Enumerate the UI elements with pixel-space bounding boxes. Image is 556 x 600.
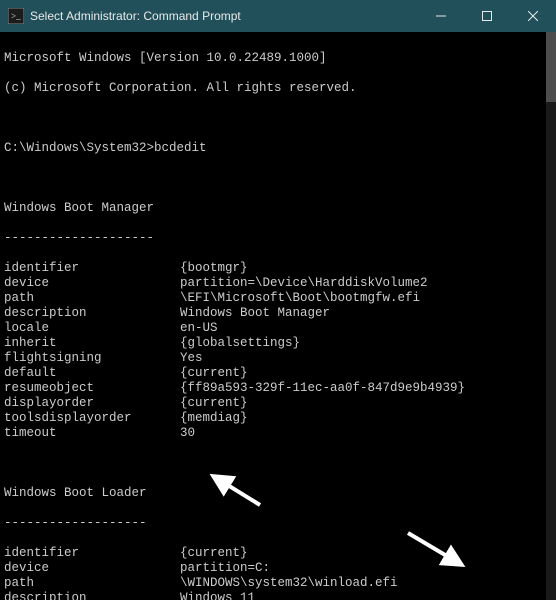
output-row: timeout30 <box>4 426 542 441</box>
output-key: displayorder <box>4 396 180 411</box>
output-value: {ff89a593-329f-11ec-aa0f-847d9e9b4939} <box>180 381 465 396</box>
output-row: identifier{bootmgr} <box>4 261 542 276</box>
window-controls <box>418 0 556 32</box>
section2-rule: ------------------- <box>4 516 542 531</box>
output-value: partition=C: <box>180 561 270 576</box>
output-key: timeout <box>4 426 180 441</box>
svg-text:>_: >_ <box>11 11 21 21</box>
output-value: {current} <box>180 366 248 381</box>
output-value: partition=\Device\HarddiskVolume2 <box>180 276 428 291</box>
output-key: device <box>4 561 180 576</box>
maximize-button[interactable] <box>464 0 510 32</box>
output-value: Yes <box>180 351 203 366</box>
output-value: Windows Boot Manager <box>180 306 330 321</box>
output-value: \WINDOWS\system32\winload.efi <box>180 576 398 591</box>
output-value: {current} <box>180 396 248 411</box>
output-row: localeen-US <box>4 321 542 336</box>
output-value: 30 <box>180 426 195 441</box>
output-key: path <box>4 576 180 591</box>
output-row: displayorder{current} <box>4 396 542 411</box>
output-value: \EFI\Microsoft\Boot\bootmgfw.efi <box>180 291 420 306</box>
output-value: {memdiag} <box>180 411 248 426</box>
section1-rule: -------------------- <box>4 231 542 246</box>
output-row: identifier{current} <box>4 546 542 561</box>
output-key: flightsigning <box>4 351 180 366</box>
output-key: inherit <box>4 336 180 351</box>
output-value: en-US <box>180 321 218 336</box>
output-value: Windows 11 <box>180 591 255 600</box>
output-row: descriptionWindows 11 <box>4 591 542 600</box>
output-value: {current} <box>180 546 248 561</box>
titlebar[interactable]: >_ Select Administrator: Command Prompt <box>0 0 556 32</box>
command-prompt-window: >_ Select Administrator: Command Prompt … <box>0 0 556 600</box>
output-row: toolsdisplayorder{memdiag} <box>4 411 542 426</box>
output-key: resumeobject <box>4 381 180 396</box>
output-key: toolsdisplayorder <box>4 411 180 426</box>
output-row: inherit{globalsettings} <box>4 336 542 351</box>
output-key: identifier <box>4 261 180 276</box>
output-key: description <box>4 306 180 321</box>
close-button[interactable] <box>510 0 556 32</box>
section2-title: Windows Boot Loader <box>4 486 542 501</box>
output-row: path\EFI\Microsoft\Boot\bootmgfw.efi <box>4 291 542 306</box>
section1-title: Windows Boot Manager <box>4 201 542 216</box>
output-key: identifier <box>4 546 180 561</box>
output-row: default{current} <box>4 366 542 381</box>
output-key: path <box>4 291 180 306</box>
output-key: default <box>4 366 180 381</box>
output-row: devicepartition=\Device\HarddiskVolume2 <box>4 276 542 291</box>
minimize-button[interactable] <box>418 0 464 32</box>
header-line-1: Microsoft Windows [Version 10.0.22489.10… <box>4 51 542 66</box>
output-key: description <box>4 591 180 600</box>
output-row: devicepartition=C: <box>4 561 542 576</box>
console-area[interactable]: Microsoft Windows [Version 10.0.22489.10… <box>0 32 556 600</box>
output-row: path\WINDOWS\system32\winload.efi <box>4 576 542 591</box>
vertical-scrollbar[interactable] <box>546 32 556 600</box>
output-value: {globalsettings} <box>180 336 300 351</box>
scrollbar-thumb[interactable] <box>546 32 556 102</box>
cmd-icon: >_ <box>8 8 24 24</box>
output-row: descriptionWindows Boot Manager <box>4 306 542 321</box>
output-value: {bootmgr} <box>180 261 248 276</box>
output-row: resumeobject{ff89a593-329f-11ec-aa0f-847… <box>4 381 542 396</box>
window-title: Select Administrator: Command Prompt <box>30 9 418 23</box>
prompt-1: C:\Windows\System32>bcdedit <box>4 141 542 156</box>
output-row: flightsigningYes <box>4 351 542 366</box>
header-line-2: (c) Microsoft Corporation. All rights re… <box>4 81 542 96</box>
console-output: Microsoft Windows [Version 10.0.22489.10… <box>0 32 546 600</box>
output-key: device <box>4 276 180 291</box>
output-key: locale <box>4 321 180 336</box>
